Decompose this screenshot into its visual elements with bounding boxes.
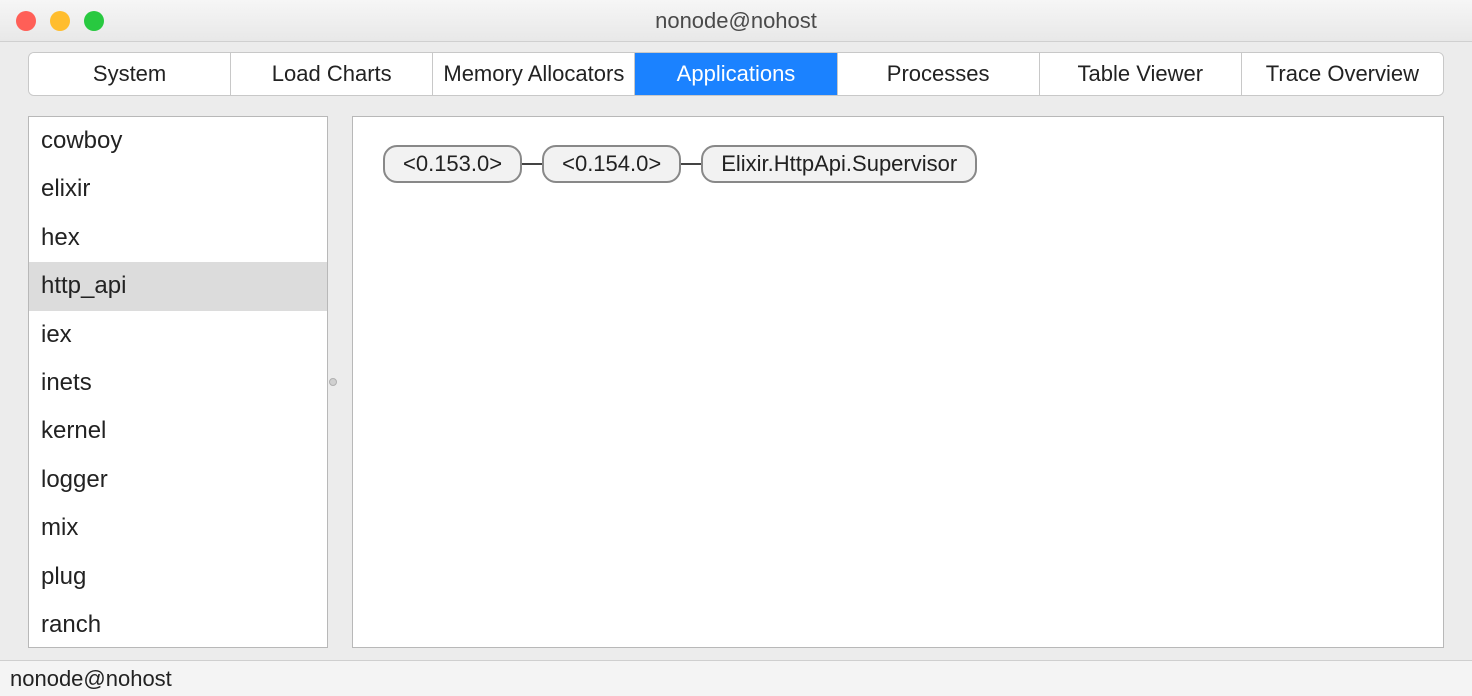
statusbar: nonode@nohost xyxy=(0,660,1472,696)
content-area: cowboyelixirhexhttp_apiiexinetskernellog… xyxy=(0,96,1472,660)
supervision-tree-row: <0.153.0> <0.154.0> Elixir.HttpApi.Supervi… xyxy=(383,145,1421,183)
applications-list[interactable]: cowboyelixirhexhttp_apiiexinetskernellog… xyxy=(28,116,328,648)
traffic-lights xyxy=(16,11,104,31)
tree-connector xyxy=(522,163,542,165)
sidebar-item-iex[interactable]: iex xyxy=(29,311,327,359)
tab-table-viewer[interactable]: Table Viewer xyxy=(1040,53,1242,95)
sidebar-item-logger[interactable]: logger xyxy=(29,456,327,504)
process-node[interactable]: <0.153.0> xyxy=(383,145,522,183)
window-title: nonode@nohost xyxy=(0,8,1472,34)
process-node[interactable]: Elixir.HttpApi.Supervisor xyxy=(701,145,977,183)
tab-memory-allocators[interactable]: Memory Allocators xyxy=(433,53,635,95)
sidebar-container: cowboyelixirhexhttp_apiiexinetskernellog… xyxy=(28,116,338,648)
tabbar-container: SystemLoad ChartsMemory AllocatorsApplic… xyxy=(0,42,1472,96)
sidebar-item-http-api[interactable]: http_api xyxy=(29,262,327,310)
tree-connector xyxy=(681,163,701,165)
tab-trace-overview[interactable]: Trace Overview xyxy=(1242,53,1443,95)
sidebar-item-kernel[interactable]: kernel xyxy=(29,407,327,455)
sidebar-item-ranch[interactable]: ranch xyxy=(29,601,327,648)
sidebar-item-hex[interactable]: hex xyxy=(29,214,327,262)
close-icon[interactable] xyxy=(16,11,36,31)
titlebar: nonode@nohost xyxy=(0,0,1472,42)
supervision-tree-panel: <0.153.0> <0.154.0> Elixir.HttpApi.Supervi… xyxy=(352,116,1444,648)
tabbar: SystemLoad ChartsMemory AllocatorsApplic… xyxy=(28,52,1444,96)
tab-system[interactable]: System xyxy=(29,53,231,95)
tab-load-charts[interactable]: Load Charts xyxy=(231,53,433,95)
sidebar-item-cowboy[interactable]: cowboy xyxy=(29,117,327,165)
splitter-grip-icon xyxy=(329,378,337,386)
sidebar-item-elixir[interactable]: elixir xyxy=(29,165,327,213)
sidebar-item-inets[interactable]: inets xyxy=(29,359,327,407)
tab-applications[interactable]: Applications xyxy=(635,53,837,95)
tab-processes[interactable]: Processes xyxy=(838,53,1040,95)
minimize-icon[interactable] xyxy=(50,11,70,31)
splitter-handle[interactable] xyxy=(328,116,338,648)
process-node[interactable]: <0.154.0> xyxy=(542,145,681,183)
sidebar-item-plug[interactable]: plug xyxy=(29,553,327,601)
sidebar-item-mix[interactable]: mix xyxy=(29,504,327,552)
statusbar-text: nonode@nohost xyxy=(10,666,172,692)
maximize-icon[interactable] xyxy=(84,11,104,31)
